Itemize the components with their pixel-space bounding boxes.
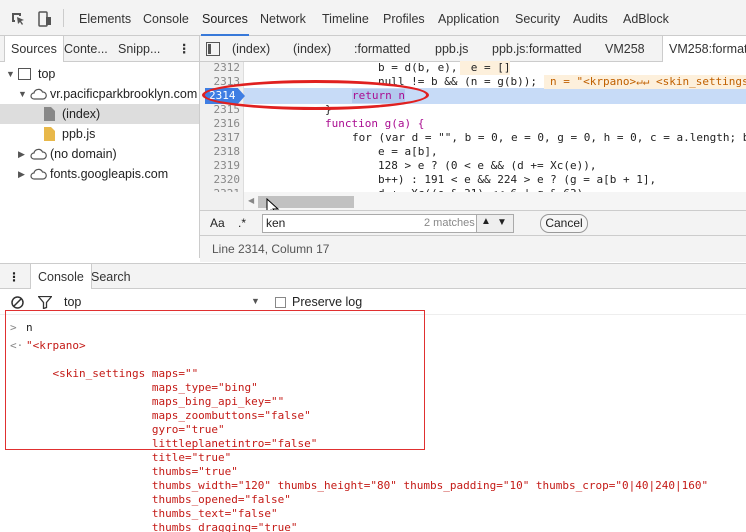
code-line: e = a[b], [378,145,438,158]
console-output-line: thumbs_width="120" thumbs_height="80" th… [26,479,709,492]
context-selector[interactable]: top [64,295,81,309]
console-output-line: thumbs_opened="false" [26,493,291,506]
line-number[interactable]: 2319 [200,159,241,173]
code-line: 128 > e ? (0 < e && (d += Xc(e)), [378,159,597,172]
toggle-navigator-icon[interactable] [206,42,220,56]
file-tree: ▼ top ▼ vr.pacificparkbrooklyn.com (inde… [0,62,200,258]
tree-label: (no domain) [50,147,117,161]
drawer-tabs: ⋮ Console Search [0,263,746,290]
inspect-element-icon[interactable] [10,11,26,27]
match-case-toggle[interactable]: Aa [210,216,225,230]
expanded-arrow-icon[interactable]: ▼ [18,84,27,104]
collapsed-arrow-icon[interactable]: ▶ [18,164,25,184]
previous-match-icon[interactable]: ▲ [481,216,491,227]
tab-application[interactable]: Application [438,0,499,36]
editor-tab-index-2[interactable]: (index) [293,36,331,62]
nav-tab-snippets[interactable]: Snipp... [118,36,160,62]
dropdown-arrow-icon[interactable]: ▼ [251,296,260,306]
search-nav-buttons: ▲ ▼ [476,214,514,233]
tree-label: fonts.googleapis.com [50,167,169,181]
tab-profiles[interactable]: Profiles [383,0,425,36]
cloud-icon [30,148,47,160]
tree-label: vr.pacificparkbrooklyn.com [50,87,198,101]
tree-label: (index) [62,107,101,121]
editor-tab-ppb-js-formatted[interactable]: ppb.js:formatted [492,36,582,62]
console-output-line: thumbs_text="false" [26,507,278,520]
line-number[interactable]: 2320 [200,173,241,187]
nav-tab-sources[interactable]: Sources [4,36,64,62]
cloud-icon [30,168,47,180]
editor-tab-index[interactable]: (index) [232,36,270,62]
tree-label: top [38,67,56,81]
editor-tab-ppb-js[interactable]: ppb.js [435,36,468,62]
line-number[interactable]: 2312 [200,61,241,75]
code-line: b = d(b, e), e = [] [378,61,511,74]
tree-item-index[interactable]: (index) [0,104,199,124]
cloud-icon [30,88,47,100]
console-output-line: title="true" [26,451,232,464]
navigator-tabs: Sources Conte... Snipp... ⋮ [0,36,200,62]
next-match-icon[interactable]: ▼ [497,217,507,228]
editor-tabs: (index) (index) :formatted ppb.js ppb.js… [200,36,746,62]
match-count: 2 matches [424,217,475,229]
code-line: for (var d = "", b = 0, e = 0, g = 0, h … [352,131,746,144]
preserve-log-checkbox[interactable] [275,297,286,308]
tab-audits[interactable]: Audits [573,0,608,36]
drawer-menu-icon[interactable]: ⋮ [8,264,21,290]
js-file-icon [44,127,55,141]
drawer-tab-search[interactable]: Search [91,264,131,290]
line-number[interactable]: 2318 [200,145,241,159]
more-options-icon[interactable]: ⋮ [178,36,192,62]
tree-item-no-domain[interactable]: ▶ (no domain) [0,144,199,164]
devtools-toolbar: Elements Console Sources Network Timelin… [0,0,746,36]
annotation-ellipse [202,80,429,110]
console-output-line: thumbs_dragging="true" [26,521,298,532]
tab-network[interactable]: Network [260,0,306,36]
tree-item-top[interactable]: ▼ top [0,64,199,84]
line-number[interactable]: 2316 [200,117,241,131]
tab-elements[interactable]: Elements [79,0,131,36]
preserve-log-label: Preserve log [292,295,363,309]
editor-tab-formatted[interactable]: :formatted [354,36,410,62]
console-output-line: thumbs="true" [26,465,238,478]
regex-toggle[interactable]: .* [238,216,246,230]
code-line: b++) : 191 < e && 224 > e ? (g = a[b + 1… [378,173,657,186]
clear-console-icon[interactable] [11,296,24,309]
toolbar-separator [63,9,64,27]
line-number[interactable]: 2317 [200,131,241,145]
nav-tab-content-scripts[interactable]: Conte... [64,36,108,62]
cancel-search-button[interactable]: Cancel [540,214,588,233]
drawer-tab-console[interactable]: Console [30,264,92,290]
cursor-position-status: Line 2314, Column 17 [200,236,746,262]
tab-sources[interactable]: Sources [201,0,249,36]
frame-icon [18,68,31,80]
annotation-box [5,310,425,450]
device-mode-icon[interactable] [36,11,52,27]
inline-value: n = "<krpano>↵↵ <skin_settings [544,75,746,89]
tree-label: ppb.js [62,127,96,141]
editor-tab-vm258-formatted[interactable]: VM258:formatted [662,36,746,62]
filter-icon[interactable] [38,296,52,309]
tab-security[interactable]: Security [515,0,560,36]
line-number[interactable]: 2321 [200,187,241,192]
editor-tab-vm258[interactable]: VM258 [605,36,645,62]
scroll-left-icon[interactable]: ◀ [248,196,254,205]
tab-console[interactable]: Console [143,0,189,36]
tab-timeline[interactable]: Timeline [322,0,369,36]
tree-item-ppb-js[interactable]: ppb.js [0,124,199,144]
collapsed-arrow-icon[interactable]: ▶ [18,144,25,164]
expanded-arrow-icon[interactable]: ▼ [6,64,15,84]
code-line: function g(a) { [325,117,425,130]
file-icon [44,107,55,121]
tree-item-fonts[interactable]: ▶ fonts.googleapis.com [0,164,199,184]
tree-item-domain[interactable]: ▼ vr.pacificparkbrooklyn.com [0,84,199,104]
tab-adblock[interactable]: AdBlock [623,0,669,36]
